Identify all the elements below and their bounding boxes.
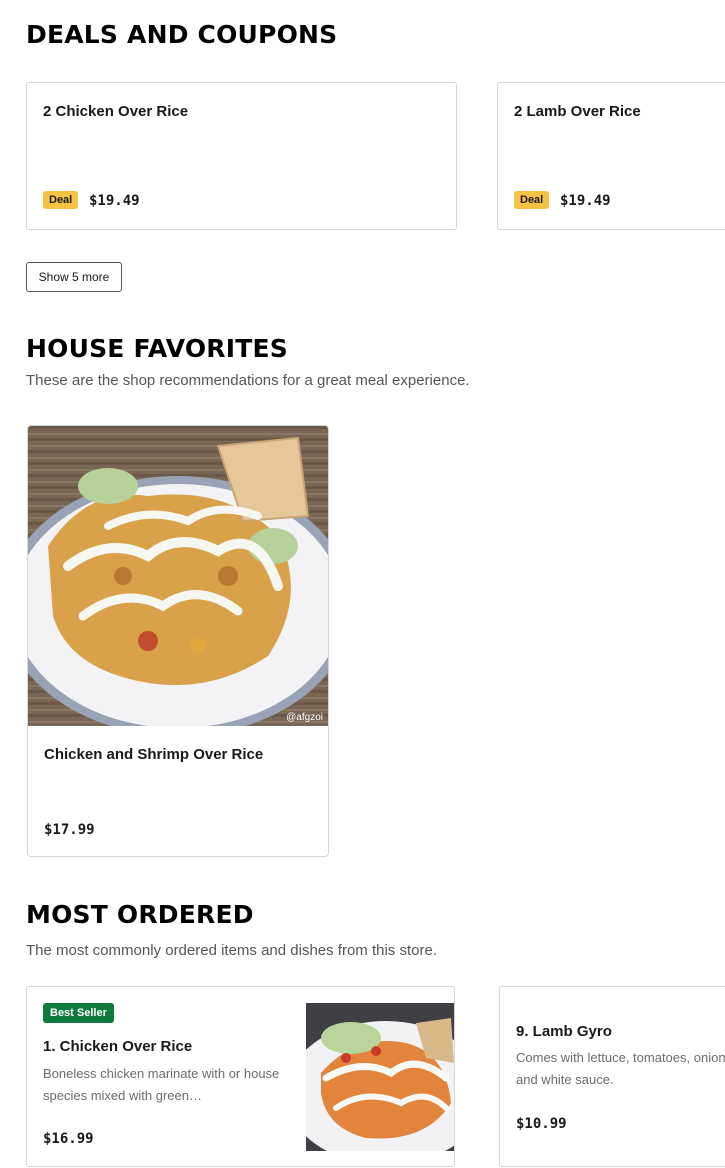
best-seller-badge: Best Seller [43, 1003, 114, 1023]
most-ordered-card-chicken[interactable]: Best Seller 1. Chicken Over Rice Boneles… [26, 986, 455, 1167]
deal-card-chicken[interactable]: 2 Chicken Over Rice Deal $19.49 [26, 82, 457, 230]
deal-card-title: 2 Chicken Over Rice [43, 103, 189, 120]
image-watermark: @afgzoi [286, 712, 323, 723]
most-ordered-title: MOST ORDERED [26, 900, 254, 929]
favorite-card-price: $17.99 [44, 822, 95, 838]
most-ordered-card-lamb-gyro[interactable]: 9. Lamb Gyro Comes with lettuce, tomatoe… [499, 986, 725, 1167]
food-image-chicken-over-rice [306, 1003, 454, 1151]
deal-card-title: 2 Lamb Over Rice [514, 103, 641, 120]
deal-card-lamb[interactable]: 2 Lamb Over Rice Deal $19.49 [497, 82, 725, 230]
food-image-chicken-shrimp: @afgzoi [28, 426, 328, 736]
favorite-card-title: Chicken and Shrimp Over Rice [44, 746, 264, 763]
most-ordered-card-price: $16.99 [43, 1131, 94, 1147]
house-favorites-title: HOUSE FAVORITES [26, 334, 288, 363]
deal-card-price: $19.49 [560, 193, 611, 209]
show-more-button[interactable]: Show 5 more [26, 262, 122, 292]
deals-section-title: DEALS AND COUPONS [26, 20, 338, 49]
most-ordered-card-description: Boneless chicken marinate with or house … [43, 1066, 280, 1103]
deal-badge: Deal [43, 191, 79, 209]
deal-badge: Deal [514, 191, 550, 209]
most-ordered-card-title: 1. Chicken Over Rice [43, 1038, 193, 1055]
most-ordered-subtitle: The most commonly ordered items and dish… [26, 942, 437, 959]
most-ordered-card-title: 9. Lamb Gyro [516, 1023, 612, 1040]
house-favorites-subtitle: These are the shop recommendations for a… [26, 372, 470, 389]
most-ordered-card-description: Comes with lettuce, tomatoes, onions and… [516, 1050, 725, 1087]
deal-card-price: $19.49 [89, 193, 140, 209]
most-ordered-card-price: $10.99 [516, 1116, 567, 1132]
favorite-card[interactable]: @afgzoi Chicken and Shrimp Over Rice $17… [27, 425, 329, 857]
